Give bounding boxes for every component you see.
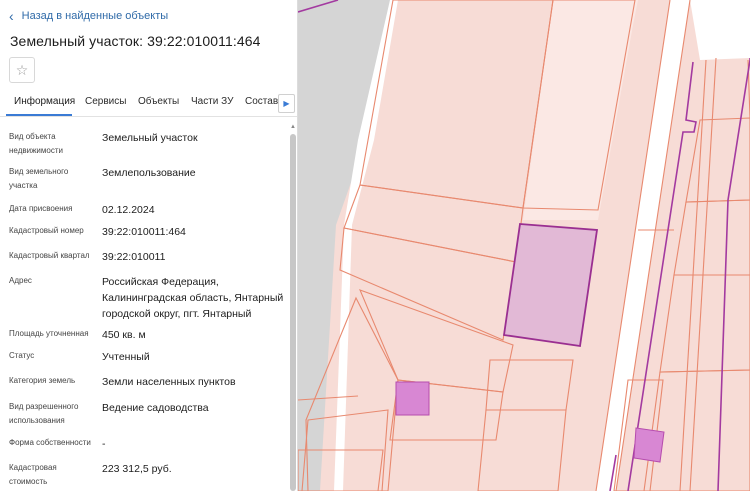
tab-objects[interactable]: Объекты bbox=[138, 96, 179, 107]
property-value: 39:22:010011 bbox=[102, 251, 166, 263]
property-label: Кадастровый квартал bbox=[9, 251, 90, 260]
cadastral-map[interactable] bbox=[297, 0, 750, 491]
road-area-top-right bbox=[690, 0, 750, 60]
property-label: Вид разрешенного использования bbox=[9, 402, 79, 425]
page-title: Земельный участок: 39:22:010011:464 bbox=[10, 33, 261, 49]
property-value: Ведение садоводства bbox=[102, 402, 209, 414]
property-value: Земельный участок bbox=[102, 132, 198, 144]
property-label: Статус bbox=[9, 351, 35, 360]
property-value: Российская Федерация, Калининградская об… bbox=[102, 276, 284, 320]
property-label: Вид земельного участка bbox=[9, 167, 69, 190]
property-value: 02.12.2024 bbox=[102, 204, 155, 216]
property-value: 450 кв. м bbox=[102, 329, 146, 341]
scroll-up-icon[interactable]: ▲ bbox=[290, 124, 296, 130]
chevron-right-icon: ▶ bbox=[283, 99, 290, 108]
active-tab-indicator bbox=[6, 114, 72, 116]
property-value: 223 312,5 руб. bbox=[102, 463, 172, 475]
tabs-next-button[interactable]: ▶ bbox=[278, 94, 295, 113]
property-value: - bbox=[102, 438, 106, 450]
property-label: Площадь уточненная bbox=[9, 329, 89, 338]
property-value: Учтенный bbox=[102, 351, 150, 363]
parcel-marker[interactable] bbox=[395, 381, 430, 416]
parcel-marker[interactable] bbox=[633, 427, 665, 463]
scrollbar-thumb[interactable] bbox=[290, 134, 296, 491]
tab-bar: Информация Сервисы Объекты Части ЗУ Сост… bbox=[0, 90, 297, 117]
info-panel: ‹ Назад в найденные объекты Земельный уч… bbox=[0, 0, 298, 491]
property-value: Землепользование bbox=[102, 167, 196, 179]
star-icon: ☆ bbox=[15, 61, 29, 78]
property-label: Вид объекта недвижимости bbox=[9, 132, 63, 155]
tab-composition[interactable]: Состав bbox=[245, 96, 278, 107]
property-label: Кадастровый номер bbox=[9, 226, 84, 235]
property-label: Адрес bbox=[9, 276, 32, 285]
tab-info[interactable]: Информация bbox=[14, 96, 75, 107]
property-label: Форма собственности bbox=[9, 438, 91, 447]
map-canvas[interactable] bbox=[297, 0, 750, 491]
property-value: Земли населенных пунктов bbox=[102, 376, 236, 388]
tab-parts[interactable]: Части ЗУ bbox=[191, 96, 233, 107]
property-value: 39:22:010011:464 bbox=[102, 226, 186, 238]
property-label: Дата присвоения bbox=[9, 204, 73, 213]
selected-parcel[interactable] bbox=[502, 223, 599, 348]
property-label: Категория земель bbox=[9, 376, 76, 385]
property-label: Кадастровая стоимость bbox=[9, 463, 57, 486]
back-to-results-link[interactable]: ‹ Назад в найденные объекты bbox=[9, 9, 168, 23]
chevron-left-icon: ‹ bbox=[9, 8, 14, 24]
back-link-label: Назад в найденные объекты bbox=[21, 10, 169, 22]
tab-services[interactable]: Сервисы bbox=[85, 96, 126, 107]
favorite-button[interactable]: ☆ bbox=[9, 57, 35, 83]
